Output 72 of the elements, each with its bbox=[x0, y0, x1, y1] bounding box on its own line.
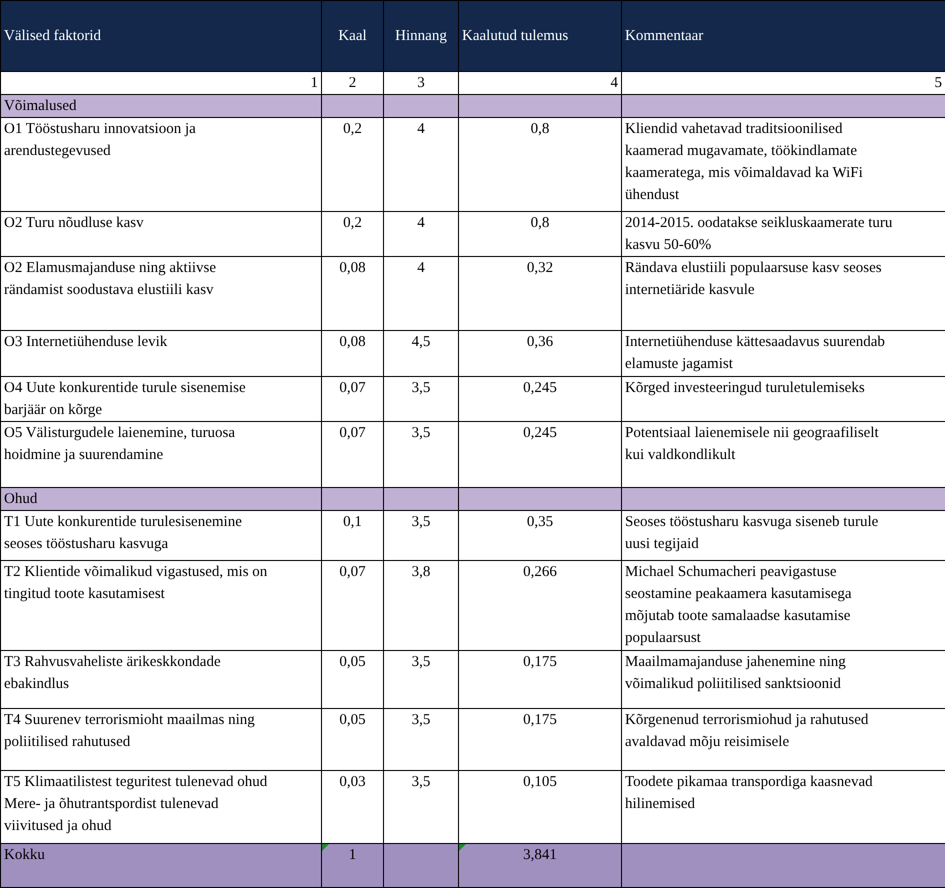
table-cell: 0,175 bbox=[458, 650, 622, 708]
table-cell: 4 bbox=[384, 212, 458, 256]
table-cell: 0,2 bbox=[322, 212, 384, 256]
table-cell: 3,5 bbox=[384, 510, 458, 560]
table-cell: Internetiühenduse kättesaadavus suurendab elamuste jagamist bbox=[622, 330, 945, 376]
table-cell: 0,03 bbox=[322, 770, 384, 844]
table-cell: O1 Tööstusharu innovatsioon ja arendustegevused bbox=[0, 118, 322, 212]
column-number: 3 bbox=[384, 72, 458, 94]
table-cell: 0,35 bbox=[458, 510, 622, 560]
table-cell: Toodete pikamaa transpordiga kaasnevad hilinemised bbox=[622, 770, 945, 844]
total-cell: 1 bbox=[322, 844, 384, 888]
table-cell: Kõrged investeeringud turuletulemiseks bbox=[622, 376, 945, 422]
column-header: Välised faktorid bbox=[0, 0, 322, 72]
column-number: 2 bbox=[322, 72, 384, 94]
table-cell: 0,8 bbox=[458, 118, 622, 212]
table-cell: 0,245 bbox=[458, 422, 622, 488]
table-cell: T3 Rahvusvaheliste ärikeskkondade ebakindlus bbox=[0, 650, 322, 708]
table-cell: Rändava elustiili populaarsuse kasv seoses internetiäride kasvule bbox=[622, 256, 945, 330]
column-number: 1 bbox=[0, 72, 322, 94]
column-header: Kaalutud tulemus bbox=[458, 0, 622, 72]
table-cell: 0,05 bbox=[322, 708, 384, 770]
table-cell: O4 Uute konkurentide turule sisenemise barjäär on kõrge bbox=[0, 376, 322, 422]
table-cell: 3,5 bbox=[384, 708, 458, 770]
table-cell: O2 Turu nõudluse kasv bbox=[0, 212, 322, 256]
table-cell: Kõrgenenud terrorismiohud ja rahutused avaldavad mõju reisimisele bbox=[622, 708, 945, 770]
table-cell: 3,8 bbox=[384, 560, 458, 650]
column-number: 5 bbox=[622, 72, 945, 94]
table-cell: 0,175 bbox=[458, 708, 622, 770]
table-cell: O3 Internetiühenduse levik bbox=[0, 330, 322, 376]
table-cell: 0,07 bbox=[322, 422, 384, 488]
table-cell: 0,07 bbox=[322, 560, 384, 650]
table-cell: 3,5 bbox=[384, 650, 458, 708]
column-header: Kommentaar bbox=[622, 0, 945, 72]
table-cell: 3,5 bbox=[384, 376, 458, 422]
table-cell: Potentsiaal laienemisele nii geograafiliselt kui valdkondlikult bbox=[622, 422, 945, 488]
table-cell: 0,266 bbox=[458, 560, 622, 650]
table-cell: O2 Elamusmajanduse ning aktiivse rändamist soodustava elustiili kasv bbox=[0, 256, 322, 330]
table-cell: Maailmamajanduse jahenemine ning võimalikud poliitilised sanktsioonid bbox=[622, 650, 945, 708]
table-cell: T1 Uute konkurentide turulesisenemine seoses tööstusharu kasvuga bbox=[0, 510, 322, 560]
table-cell: 0,8 bbox=[458, 212, 622, 256]
section-title: Ohud bbox=[0, 488, 322, 510]
column-header: Kaal bbox=[322, 0, 384, 72]
table-cell: 3,5 bbox=[384, 422, 458, 488]
section-cell bbox=[322, 94, 384, 118]
table-cell: 0,07 bbox=[322, 376, 384, 422]
table-cell: 0,1 bbox=[322, 510, 384, 560]
total-label: Kokku bbox=[0, 844, 322, 888]
table-cell: 2014-2015. oodatakse seikluskaamerate turu kasvu 50-60% bbox=[622, 212, 945, 256]
table-cell: 3,5 bbox=[384, 770, 458, 844]
table-cell: 0,105 bbox=[458, 770, 622, 844]
section-cell bbox=[322, 488, 384, 510]
table-cell: T4 Suurenev terrorismioht maailmas ning poliitilised rahutused bbox=[0, 708, 322, 770]
column-number: 4 bbox=[458, 72, 622, 94]
table-cell: Michael Schumacheri peavigastuse seostamine peakaamera kasutamisega mõjutab toote samalaadse kasutamise populaarsust bbox=[622, 560, 945, 650]
table-cell: O5 Välisturgudele laienemine, turuosa hoidmine ja suurendamine bbox=[0, 422, 322, 488]
total-cell: 3,841 bbox=[458, 844, 622, 888]
table-cell: Kliendid vahetavad traditsioonilised kaamerad mugavamate, töökindlamate kaameratega, mis võimaldavad ka WiFi ühendust bbox=[622, 118, 945, 212]
table-cell: 0,08 bbox=[322, 330, 384, 376]
table-cell: 0,08 bbox=[322, 256, 384, 330]
table-cell: 0,245 bbox=[458, 376, 622, 422]
table-cell: 0,32 bbox=[458, 256, 622, 330]
table-cell: Seoses tööstusharu kasvuga siseneb turule uusi tegijaid bbox=[622, 510, 945, 560]
table-cell: 0,36 bbox=[458, 330, 622, 376]
section-title: Võimalused bbox=[0, 94, 322, 118]
table-cell: T5 Klimaatilistest teguritest tulenevad ohud Mere- ja õhutrantspordist tulenevad viivitused ja ohud bbox=[0, 770, 322, 844]
table-cell: T2 Klientide võimalikud vigastused, mis on tingitud toote kasutamisest bbox=[0, 560, 322, 650]
table-cell: 4 bbox=[384, 256, 458, 330]
table-cell: 4,5 bbox=[384, 330, 458, 376]
table-cell: 4 bbox=[384, 118, 458, 212]
table-cell: 0,05 bbox=[322, 650, 384, 708]
table-cell: 0,2 bbox=[322, 118, 384, 212]
column-header: Hinnang bbox=[384, 0, 458, 72]
